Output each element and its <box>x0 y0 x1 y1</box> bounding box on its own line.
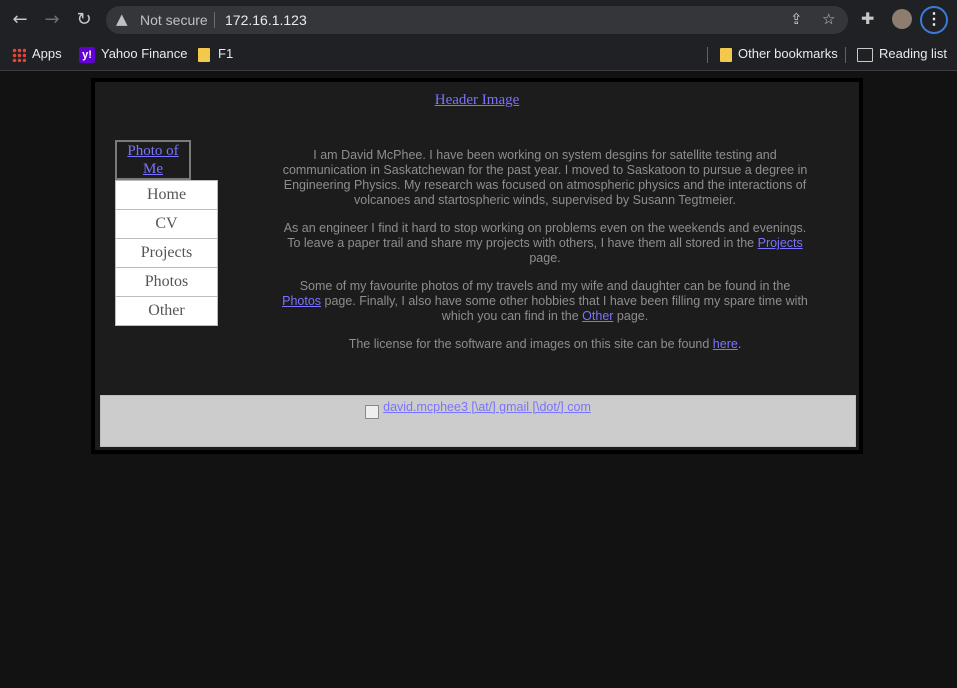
nav-projects[interactable]: Projects <box>115 239 218 268</box>
reading-list-icon <box>857 47 873 62</box>
broken-image-icon <box>365 405 380 419</box>
extensions-puzzle-icon[interactable]: ✚ <box>861 9 874 28</box>
engineer-paragraph: As an engineer I find it hard to stop wo… <box>280 221 810 266</box>
paragraph-text: . <box>737 337 742 351</box>
reading-list-label: Reading list <box>879 46 947 61</box>
share-icon[interactable]: ⇪ <box>790 10 803 28</box>
paragraph-text: page. Finally, I also have some other ho… <box>321 294 808 323</box>
nav-home[interactable]: Home <box>115 180 218 210</box>
intro-paragraph: I am David McPhee. I have been working o… <box>282 148 808 207</box>
warning-icon[interactable]: ▲ <box>116 10 128 28</box>
bookmark-apps[interactable]: Apps <box>12 45 62 63</box>
address-bar[interactable]: ▲ Not secure 172.16.1.123 ⇪ ☆ <box>106 6 848 34</box>
reload-icon[interactable]: ↻ <box>72 8 96 32</box>
paragraph-text: Some of my favourite photos of my travel… <box>299 279 791 293</box>
nav-cv[interactable]: CV <box>115 210 218 239</box>
apps-grid-icon <box>12 47 26 62</box>
url-text[interactable]: 172.16.1.123 <box>225 12 307 28</box>
profile-photo-link[interactable]: Photo of Me <box>115 140 191 180</box>
nav-other[interactable]: Other <box>115 297 218 326</box>
photos-paragraph: Some of my favourite photos of my travel… <box>280 279 810 324</box>
email-link[interactable]: david.mcphee3 [\at/] gmail [\dot/] com <box>101 400 855 419</box>
side-navigation: Home CV Projects Photos Other <box>115 180 218 326</box>
nav-photos[interactable]: Photos <box>115 268 218 297</box>
profile-avatar[interactable] <box>892 9 912 29</box>
paragraph-text: page. <box>529 251 561 265</box>
omnibox-divider <box>214 12 215 28</box>
page-container: Header Image Photo of Me Home CV Project… <box>91 78 863 454</box>
header-image: Header Image <box>95 92 859 109</box>
bookmark-label: F1 <box>218 46 234 61</box>
footer: david.mcphee3 [\at/] gmail [\dot/] com <box>100 395 856 447</box>
paragraph-text: The license for the software and images … <box>348 337 713 351</box>
bookmarks-bar: Apps y! Yahoo Finance F1 Other bookmarks … <box>0 40 957 71</box>
bookmark-f1[interactable]: F1 <box>198 45 233 63</box>
bookmark-other-bookmarks[interactable]: Other bookmarks <box>720 45 838 63</box>
projects-link[interactable]: Projects <box>758 236 803 250</box>
license-paragraph: The license for the software and images … <box>280 337 810 352</box>
paragraph-text: As an engineer I find it hard to stop wo… <box>283 221 807 250</box>
bookmarks-divider <box>707 47 708 63</box>
other-link[interactable]: Other <box>582 309 613 323</box>
bookmark-label: Yahoo Finance <box>101 46 188 61</box>
paragraph-text: page. <box>613 309 649 323</box>
back-arrow-icon[interactable]: ← <box>8 8 32 32</box>
photos-link[interactable]: Photos <box>282 294 321 308</box>
browser-toolbar: ← → ↻ ▲ Not secure 172.16.1.123 ⇪ ☆ ✚ ⋮ <box>0 0 957 40</box>
forward-arrow-icon[interactable]: → <box>40 8 64 32</box>
folder-icon <box>198 47 210 62</box>
reading-list-button[interactable]: Reading list <box>857 45 947 63</box>
bookmarks-divider <box>845 47 846 63</box>
header-image-link[interactable]: Header Image <box>435 92 520 108</box>
security-label[interactable]: Not secure <box>140 12 208 28</box>
email-text[interactable]: david.mcphee3 [\at/] gmail [\dot/] com <box>383 400 591 414</box>
bookmark-label: Other bookmarks <box>738 46 838 61</box>
star-icon[interactable]: ☆ <box>822 10 835 28</box>
license-link[interactable]: here <box>713 337 738 351</box>
folder-icon <box>720 47 732 62</box>
browser-menu-icon[interactable]: ⋮ <box>920 6 948 34</box>
bookmark-yahoo-finance[interactable]: y! Yahoo Finance <box>79 45 188 63</box>
bookmark-label: Apps <box>32 46 62 61</box>
main-content: I am David McPhee. I have been working o… <box>280 148 810 365</box>
yahoo-icon: y! <box>79 46 95 63</box>
